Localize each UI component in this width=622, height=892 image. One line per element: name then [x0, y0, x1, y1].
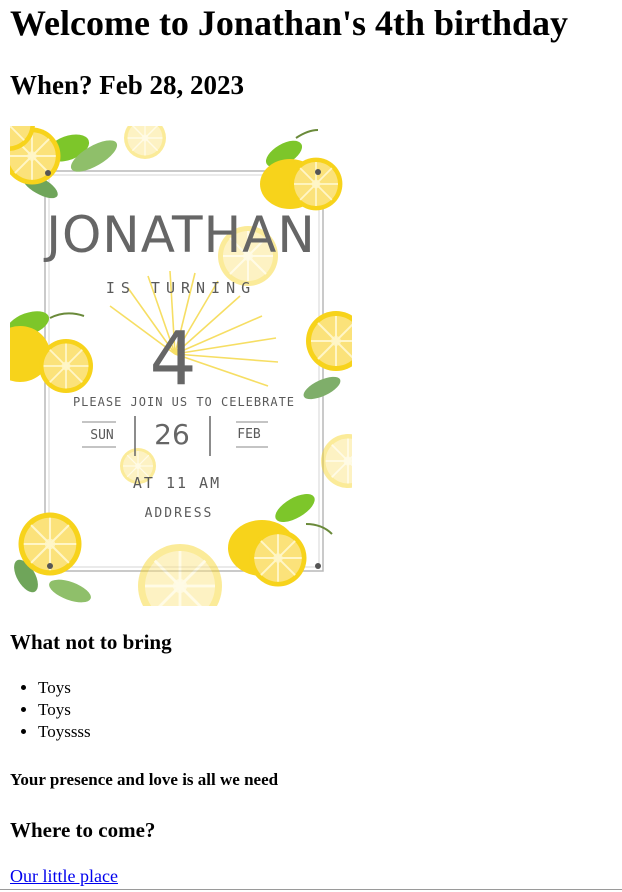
lemon-top-right-icon — [260, 129, 344, 212]
invitation-weekday: SUN — [90, 428, 113, 443]
lemon-mid-left-icon — [10, 311, 94, 394]
invitation-day: 26 — [154, 418, 190, 451]
where-heading: Where to come? — [10, 818, 156, 842]
invitation-age: 4 — [149, 316, 196, 402]
invitation-join-line: PLEASE JOIN US TO CELEBRATE — [73, 395, 295, 409]
invitation-is-turning: IS TURNING — [106, 279, 256, 297]
presence-note: Your presence and love is all we need — [10, 770, 279, 789]
horizontal-divider — [0, 889, 622, 890]
page-title: Welcome to Jonathan's 4th birthday — [10, 3, 569, 43]
invitation-address: ADDRESS — [145, 506, 214, 521]
invitation-image: JONATHAN IS TURNING 4 PLEASE JOIN US TO … — [10, 126, 352, 606]
lemon-bottom-right-icon — [228, 494, 333, 588]
list-item: Toys — [38, 677, 91, 699]
list-item: Toys — [38, 699, 91, 721]
invitation-name: JONATHAN — [43, 206, 316, 264]
lemon-cluster-top-left-icon — [10, 126, 118, 199]
lemon-right-middle-icon — [303, 310, 352, 400]
location-link[interactable]: Our little place — [10, 865, 118, 887]
event-date-heading: When? Feb 28, 2023 — [10, 70, 245, 100]
list-item: Toyssss — [38, 721, 91, 743]
invitation-month: FEB — [237, 427, 261, 442]
lemon-bottom-left-icon — [14, 511, 91, 603]
invitation-time: AT 11 AM — [133, 474, 221, 492]
not-bring-heading: What not to bring — [10, 630, 172, 654]
not-bring-list: Toys Toys Toyssss — [38, 677, 91, 743]
